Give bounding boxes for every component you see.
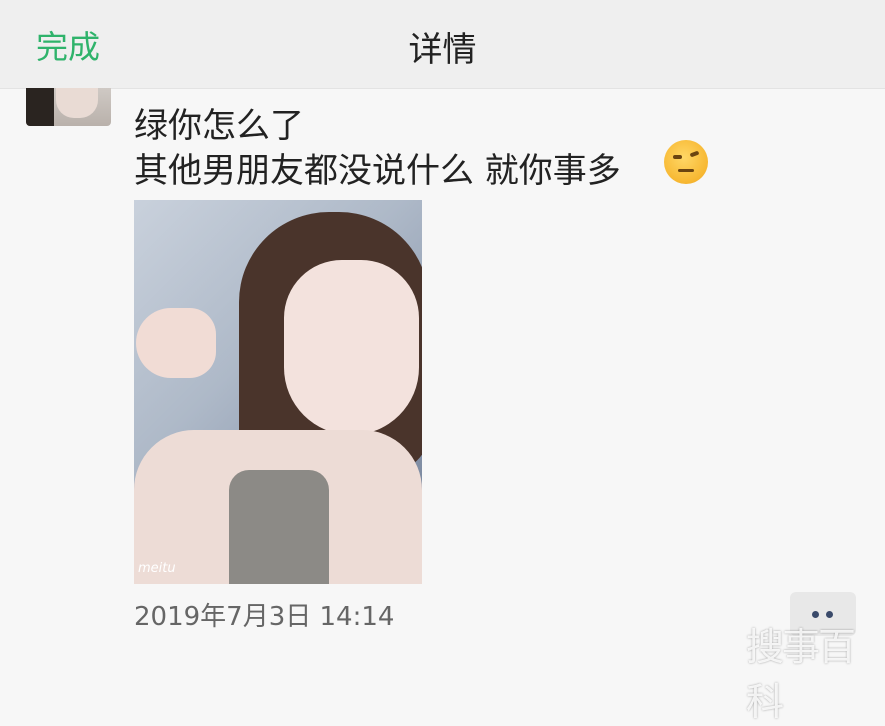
photo-shirt [229,470,329,584]
emoji-eye-right [689,150,700,158]
post-text-line2: 其他男朋友都没说什么 就你事多 [134,151,621,191]
post-text-line1: 绿你怎么了 [134,106,304,146]
emoji-mouth [678,169,694,172]
nav-bar: 完成 详情 [0,0,885,89]
photo-watermark: meitu [138,561,176,576]
photo-face [284,260,419,435]
smirk-face-icon [664,140,708,184]
avatar-hair [26,88,54,126]
post-photo[interactable]: meitu [134,200,422,584]
avatar-face [56,88,98,118]
emoji-eye-left [673,155,682,159]
post-timestamp: 2019年7月3日 14:14 [134,602,395,632]
photo-hand [136,308,216,378]
page-title: 详情 [408,30,477,70]
site-watermark: 搜事百科 [746,625,856,724]
avatar[interactable] [26,88,111,126]
